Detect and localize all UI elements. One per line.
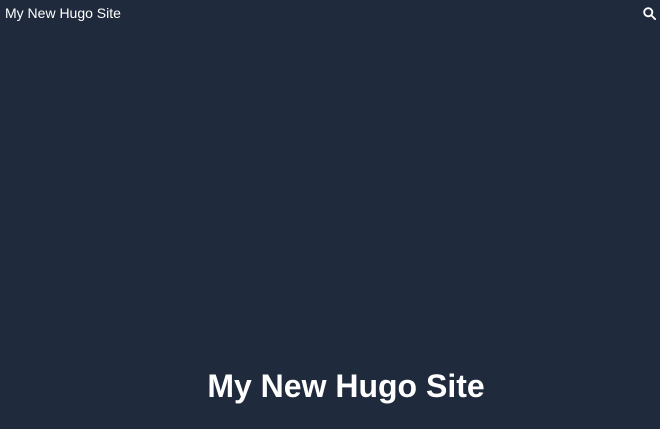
top-navigation-bar: My New Hugo Site (0, 0, 660, 28)
search-icon (642, 6, 656, 20)
hero-site-title: My New Hugo Site (207, 368, 485, 404)
site-title-link[interactable]: My New Hugo Site (5, 4, 121, 22)
page: My New Hugo Site My New Hugo Site (0, 0, 660, 429)
search-button[interactable] (640, 4, 658, 22)
